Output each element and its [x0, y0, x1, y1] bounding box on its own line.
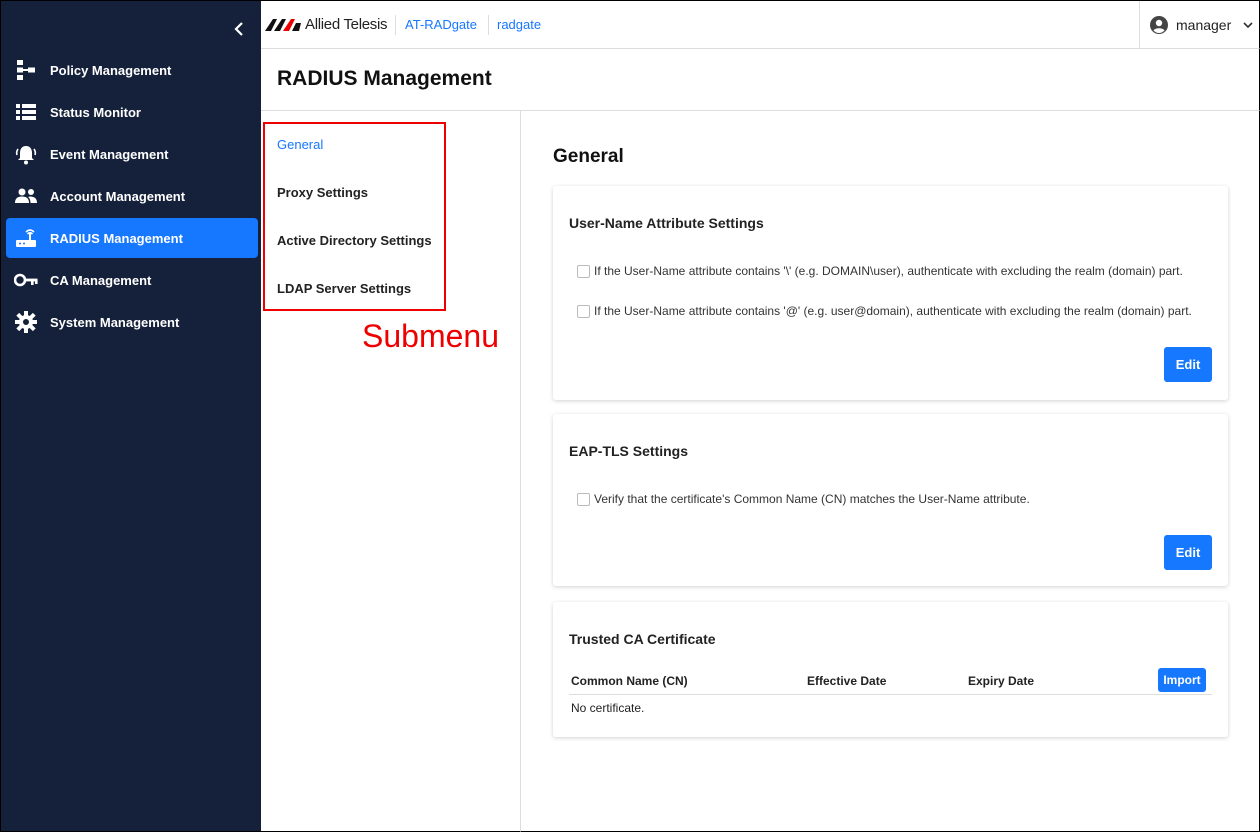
- hostname-link[interactable]: radgate: [497, 17, 541, 32]
- sidebar-item-label: Policy Management: [50, 62, 172, 78]
- table-header: Common Name (CN) Effective Date Expiry D…: [569, 664, 1212, 695]
- card-title: Trusted CA Certificate: [569, 631, 716, 647]
- sidebar-item-account-management[interactable]: Account Management: [6, 176, 258, 216]
- sidebar-item-label: Status Monitor: [50, 104, 141, 120]
- header-separator: [395, 15, 396, 35]
- chevron-down-icon: [1243, 22, 1253, 28]
- sidebar-item-label: CA Management: [50, 272, 152, 288]
- section-title: General: [553, 146, 624, 167]
- bell-icon: [14, 142, 38, 166]
- account-circle-icon: [1150, 16, 1168, 34]
- empty-table-message: No certificate.: [571, 701, 645, 715]
- import-button[interactable]: Import: [1158, 668, 1206, 692]
- checkbox-row: Verify that the certificate's Common Nam…: [577, 492, 1030, 506]
- gear-icon: [14, 310, 38, 334]
- sidebar-item-label: System Management: [50, 314, 180, 330]
- edit-button[interactable]: Edit: [1164, 347, 1212, 382]
- sidebar-item-label: Event Management: [50, 146, 169, 162]
- sidebar-item-ca-management[interactable]: CA Management: [6, 260, 258, 300]
- eap-tls-card: EAP-TLS Settings Verify that the certifi…: [553, 414, 1228, 586]
- submenu: General Proxy Settings Active Directory …: [261, 111, 521, 832]
- sidebar-nav: Policy Management Status Monitor Event M…: [1, 50, 262, 344]
- column-header-effective-date: Effective Date: [807, 674, 887, 688]
- chevron-left-icon: [234, 22, 243, 36]
- card-title: EAP-TLS Settings: [569, 443, 689, 459]
- checkbox-row: If the User-Name attribute contains '@' …: [577, 304, 1192, 318]
- key-icon: [14, 268, 38, 292]
- router-icon: [14, 226, 38, 250]
- header-separator: [488, 15, 489, 35]
- verify-cn-checkbox[interactable]: [577, 492, 590, 506]
- sidebar-item-policy-management[interactable]: Policy Management: [6, 50, 258, 90]
- collapse-sidebar-button[interactable]: [225, 15, 253, 43]
- brand-logo[interactable]: Allied Telesis: [265, 16, 388, 33]
- edit-button[interactable]: Edit: [1164, 535, 1212, 570]
- exclude-at-realm-checkbox[interactable]: [577, 304, 590, 318]
- brand-name: Allied Telesis: [305, 16, 388, 33]
- policy-icon: [14, 58, 38, 82]
- page-title: RADIUS Management: [277, 67, 492, 90]
- column-header-common-name: Common Name (CN): [571, 674, 688, 688]
- sidebar: Policy Management Status Monitor Event M…: [0, 0, 261, 832]
- sidebar-item-system-management[interactable]: System Management: [6, 302, 258, 342]
- card-title: User-Name Attribute Settings: [569, 215, 764, 231]
- checkbox-row: If the User-Name attribute contains '\' …: [577, 264, 1183, 278]
- sidebar-item-label: RADIUS Management: [50, 230, 183, 246]
- checkbox-label: If the User-Name attribute contains '\' …: [594, 264, 1183, 278]
- checkbox-label: Verify that the certificate's Common Nam…: [594, 492, 1030, 506]
- top-header: Allied Telesis AT-RADgate radgate manage…: [261, 0, 1260, 49]
- allied-telesis-logo-icon: [265, 18, 301, 31]
- product-link[interactable]: AT-RADgate: [405, 17, 477, 32]
- people-icon: [14, 184, 38, 208]
- column-header-expiry-date: Expiry Date: [968, 674, 1035, 688]
- submenu-highlight-box: [263, 122, 446, 311]
- trusted-ca-card: Trusted CA Certificate Common Name (CN) …: [553, 602, 1228, 737]
- list-icon: [14, 100, 38, 124]
- title-bar: RADIUS Management: [261, 49, 1260, 111]
- exclude-backslash-realm-checkbox[interactable]: [577, 264, 590, 278]
- checkbox-label: If the User-Name attribute contains '@' …: [594, 304, 1192, 318]
- username-attribute-card: User-Name Attribute Settings If the User…: [553, 186, 1228, 400]
- sidebar-item-status-monitor[interactable]: Status Monitor: [6, 92, 258, 132]
- main-content: General User-Name Attribute Settings If …: [521, 111, 1260, 832]
- sidebar-item-label: Account Management: [50, 188, 186, 204]
- user-menu[interactable]: manager: [1139, 1, 1259, 49]
- sidebar-item-radius-management[interactable]: RADIUS Management: [6, 218, 258, 258]
- sidebar-item-event-management[interactable]: Event Management: [6, 134, 258, 174]
- submenu-annotation: Submenu: [362, 318, 499, 354]
- user-name: manager: [1176, 17, 1232, 33]
